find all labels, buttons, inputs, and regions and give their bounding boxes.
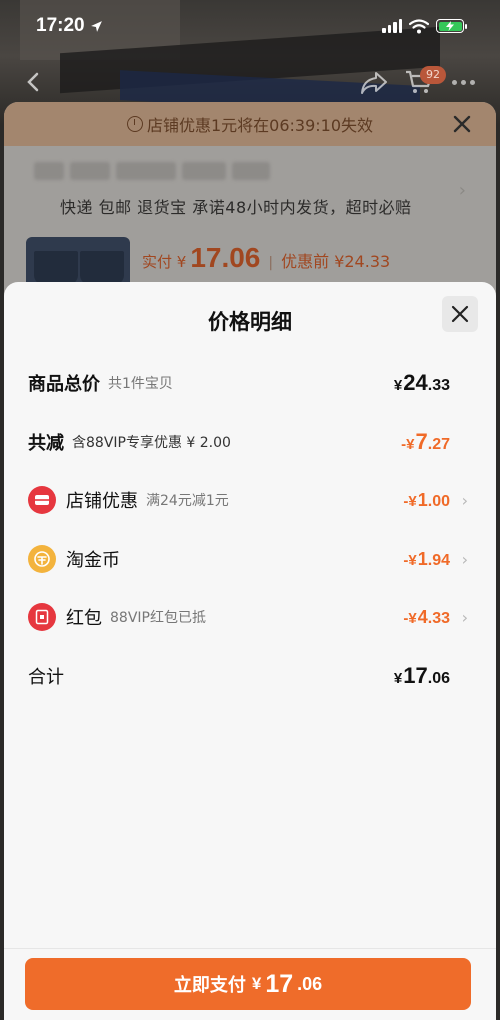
- gold-coins-value: -¥ 1.94: [403, 548, 450, 569]
- chevron-right-icon[interactable]: ›: [459, 180, 466, 201]
- pay-now-button[interactable]: 立即支付 ¥ 17 .06: [25, 958, 471, 1010]
- coupon-expiry-banner: 店铺优惠1元将在06:39:10失效: [4, 102, 496, 146]
- clock-icon: [126, 116, 143, 132]
- row-goods-total: 商品总价 共1件宝贝 ¥24.33: [28, 370, 450, 395]
- banner-close-icon[interactable]: [450, 112, 474, 136]
- back-arrow-icon[interactable]: [20, 68, 48, 96]
- chevron-right-icon: ›: [461, 549, 468, 569]
- sheet-close-button[interactable]: [442, 296, 478, 332]
- cart-count-badge: 92: [420, 66, 446, 84]
- red-packet-icon: [28, 603, 56, 631]
- row-store-coupon[interactable]: 店铺优惠 满24元减1元 -¥ 1.00 ›: [28, 478, 472, 522]
- share-icon[interactable]: [360, 70, 388, 96]
- battery-charging-icon: [436, 19, 467, 33]
- wifi-icon: [409, 18, 429, 33]
- row-gold-coins[interactable]: 淘金币 -¥ 1.94 ›: [28, 537, 472, 581]
- sheet-title: 价格明细: [208, 310, 292, 334]
- store-coupon-value: -¥ 1.00: [403, 489, 450, 510]
- row-total-discount: 共减 含88VIP专享优惠 ¥ 2.00 -¥ 7.27: [28, 429, 450, 454]
- row-grand-total: 合计 ¥17.06: [28, 663, 450, 688]
- store-coupon-icon: [28, 486, 56, 514]
- chevron-right-icon: ›: [461, 607, 468, 627]
- goods-total-value: ¥24.33: [393, 370, 450, 395]
- banner-text: 店铺优惠1元将在06:39:10失效: [146, 116, 374, 135]
- total-discount-value: -¥ 7.27: [401, 429, 450, 454]
- blurred-address: [34, 162, 274, 184]
- red-packet-value: -¥ 4.33: [403, 606, 450, 627]
- location-arrow-icon: [90, 20, 102, 32]
- more-icon[interactable]: [452, 80, 475, 85]
- shipping-info: 快递 包邮 退货宝 承诺48小时内发货，超时必赔: [60, 198, 412, 217]
- order-summary-card: 店铺优惠1元将在06:39:10失效 › 快递 包邮 退货宝 承诺48小时内发货…: [4, 102, 496, 302]
- cellular-signal-icon: [382, 19, 402, 33]
- footer-divider: [4, 948, 496, 949]
- paid-amount-line: 实付 ¥ 17.06 | 优惠前 ¥24.33: [142, 242, 391, 273]
- close-icon: [451, 305, 469, 323]
- gold-coin-icon: [28, 545, 56, 573]
- chevron-right-icon: ›: [461, 490, 468, 510]
- status-time: 17:20: [36, 15, 103, 37]
- row-red-packet[interactable]: 红包 88VIP红包已抵 -¥ 4.33 ›: [28, 595, 472, 639]
- price-detail-sheet: 价格明细 商品总价 共1件宝贝 ¥24.33 共减 含88VIP专享优惠 ¥ 2…: [4, 282, 496, 1020]
- status-bar: 17:20: [0, 0, 500, 52]
- grand-total-value: ¥17.06: [393, 663, 450, 688]
